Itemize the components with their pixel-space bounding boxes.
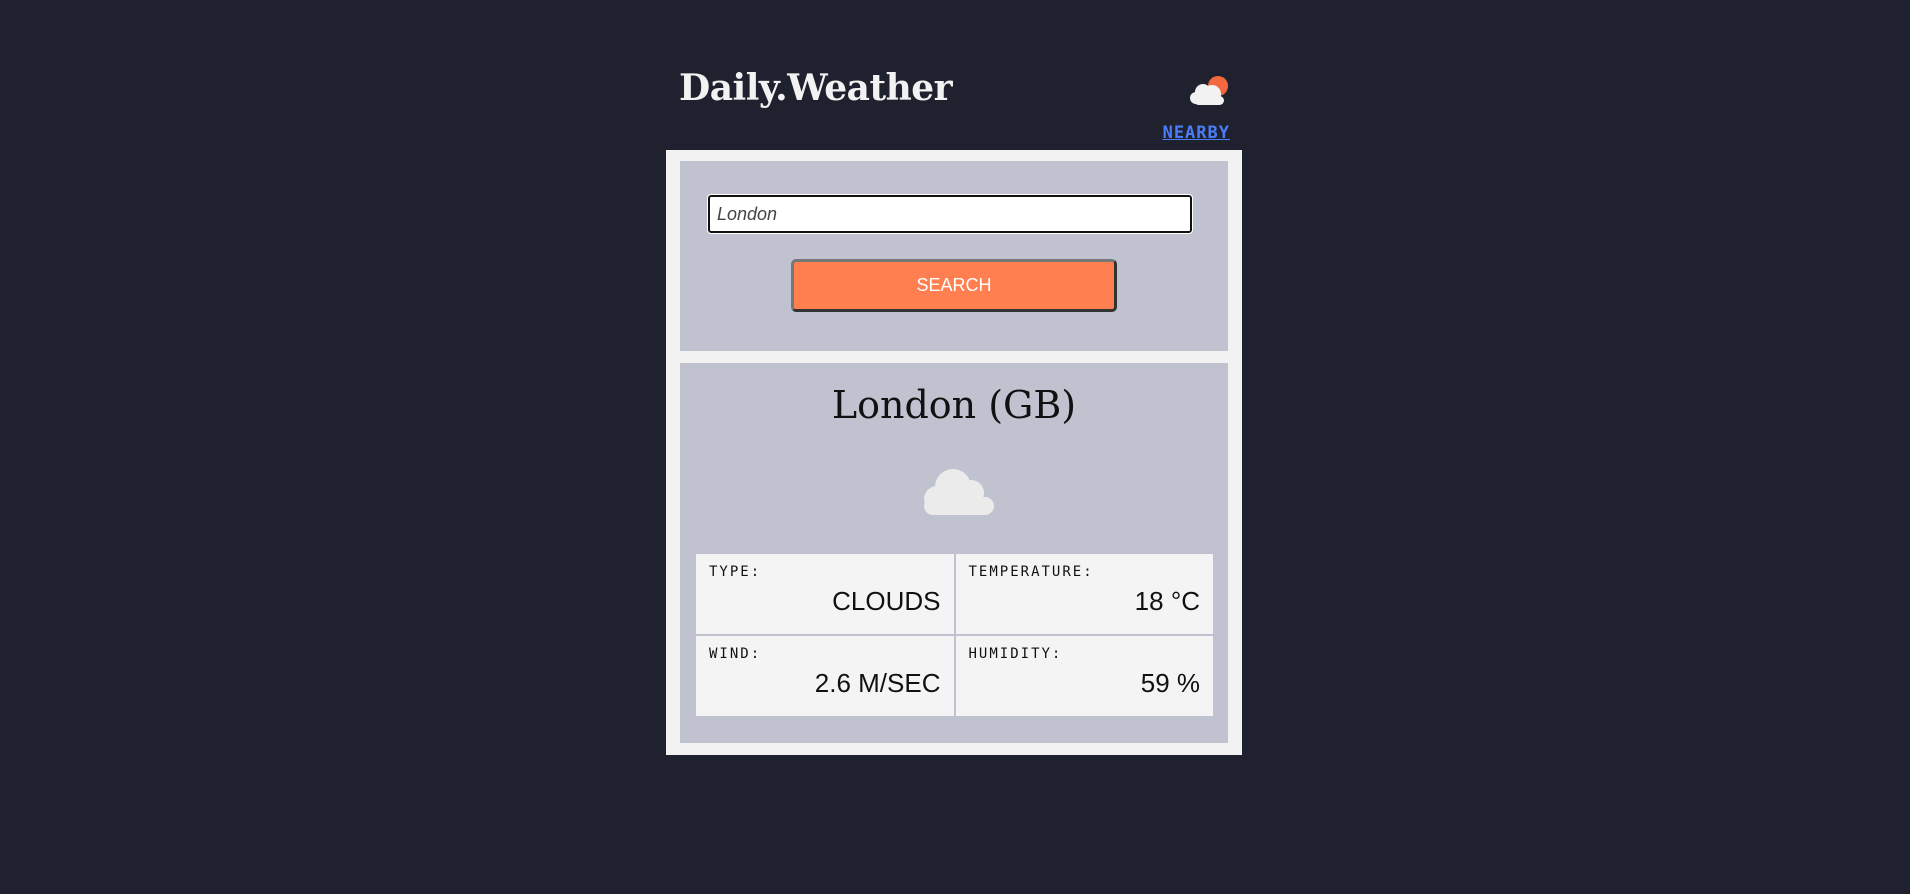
weather-app: Daily.Weather NEARBY SEARCH London (GB) — [666, 0, 1242, 755]
app-logo-title: Daily.Weather — [679, 67, 953, 109]
stat-temperature: TEMPERATURE: 18 °C — [955, 554, 1213, 634]
stat-wind-value: 2.6 M/SEC — [814, 668, 941, 698]
stat-wind-label: WIND: — [709, 646, 762, 662]
stat-wind: WIND: 2.6 M/SEC — [696, 636, 954, 716]
stat-type: TYPE: CLOUDS — [696, 554, 954, 634]
cloud-icon — [924, 469, 994, 515]
stat-temperature-label: TEMPERATURE: — [968, 564, 1094, 580]
search-panel: SEARCH — [680, 161, 1228, 351]
stat-type-label: TYPE: — [709, 564, 762, 580]
sun-behind-cloud-icon — [1190, 76, 1228, 105]
weather-result-panel: London (GB) TYPE: CLOUDS TEMPERATURE: 18… — [680, 363, 1228, 743]
nearby-link[interactable]: NEARBY — [1163, 123, 1230, 143]
header: Daily.Weather NEARBY — [666, 0, 1242, 150]
city-search-input[interactable] — [707, 194, 1193, 234]
weather-stats-grid: TYPE: CLOUDS TEMPERATURE: 18 °C WIND: 2.… — [696, 554, 1213, 716]
main-card: SEARCH London (GB) TYPE: CLOUDS TEMPERAT… — [666, 150, 1242, 755]
city-title: London (GB) — [831, 383, 1077, 427]
stat-temperature-value: 18 °C — [1134, 586, 1200, 616]
stat-type-value: CLOUDS — [832, 586, 941, 616]
stat-humidity-value: 59 % — [1140, 668, 1200, 698]
stat-humidity: HUMIDITY: 59 % — [955, 636, 1213, 716]
search-button[interactable]: SEARCH — [791, 259, 1117, 312]
stat-humidity-label: HUMIDITY: — [968, 646, 1063, 662]
